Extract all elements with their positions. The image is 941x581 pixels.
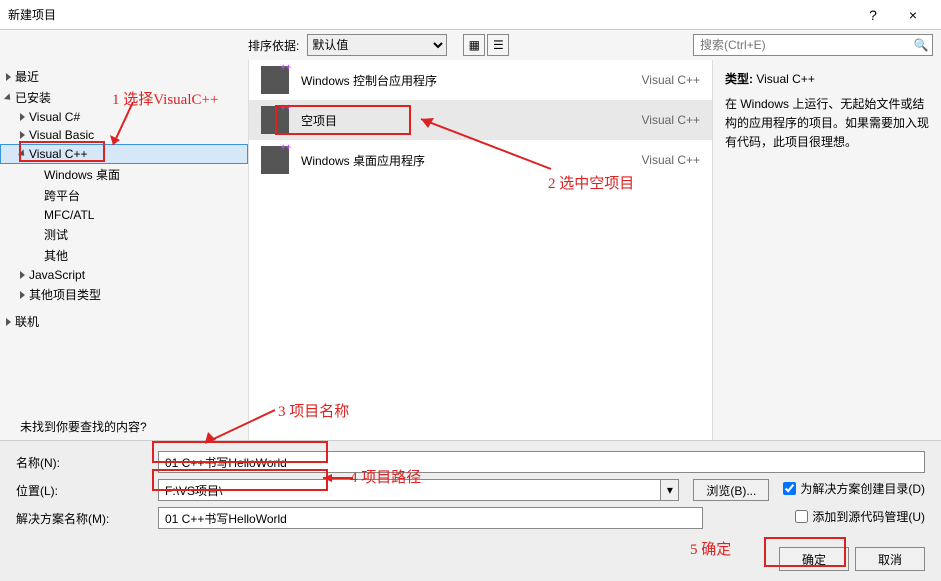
sidebar-item-crossplatform[interactable]: 跨平台 [0,185,248,206]
source-control-checkbox[interactable]: 添加到源代码管理(U) [795,508,925,525]
toolbar: 排序依据: 默认值 ▦ ☰ 🔍 [0,30,941,60]
template-empty[interactable]: 空项目 Visual C++ [249,100,712,140]
location-label: 位置(L): [16,482,152,499]
type-label: 类型: [725,72,753,86]
window-title: 新建项目 [8,6,56,23]
location-dropdown-icon[interactable]: ▾ [661,479,679,501]
type-value: Visual C++ [756,72,814,86]
template-console[interactable]: Windows 控制台应用程序 Visual C++ [249,60,712,100]
sidebar: 最近 已安装 Visual C# Visual Basic Visual C++… [0,60,248,440]
sidebar-item-othertypes[interactable]: 其他项目类型 [0,284,248,305]
search-box[interactable]: 🔍 [693,34,933,56]
sidebar-item-vb[interactable]: Visual Basic [0,126,248,144]
sidebar-item-windows-desktop[interactable]: Windows 桌面 [0,164,248,185]
button-bar: 确定 取消 [0,543,941,581]
details-pane: 类型: Visual C++ 在 Windows 上运行、无起始文件或结构的应用… [713,60,941,440]
project-icon [261,66,289,94]
sidebar-recent[interactable]: 最近 [0,66,248,87]
sidebar-item-js[interactable]: JavaScript [0,266,248,284]
location-input[interactable] [158,479,661,501]
sidebar-online[interactable]: 联机 [0,311,248,332]
name-label: 名称(N): [16,454,152,471]
sidebar-item-mfcatl[interactable]: MFC/ATL [0,206,248,224]
description: 在 Windows 上运行、无起始文件或结构的应用程序的项目。如果需要加入现有代… [725,95,929,153]
template-desktop[interactable]: Windows 桌面应用程序 Visual C++ [249,140,712,180]
name-input[interactable] [158,451,925,473]
template-list: Windows 控制台应用程序 Visual C++ 空项目 Visual C+… [248,60,713,440]
help-text: 未找到你要查找的内容? [0,412,248,440]
form-area: 名称(N): 位置(L): ▾ 浏览(B)... 为解决方案创建目录(D) 解决… [0,440,941,543]
project-icon [261,146,289,174]
sidebar-item-other[interactable]: 其他 [0,245,248,266]
sidebar-installed[interactable]: 已安装 [0,87,248,108]
browse-button[interactable]: 浏览(B)... [693,479,769,501]
sort-select[interactable]: 默认值 [307,34,447,56]
title-bar: 新建项目 ? × [0,0,941,30]
sort-label: 排序依据: [248,37,299,54]
ok-button[interactable]: 确定 [779,547,849,571]
help-icon[interactable]: ? [853,7,893,23]
sidebar-item-test[interactable]: 测试 [0,224,248,245]
create-dir-checkbox[interactable]: 为解决方案创建目录(D) [783,480,925,497]
solution-input[interactable] [158,507,703,529]
cancel-button[interactable]: 取消 [855,547,925,571]
sidebar-item-vcpp[interactable]: Visual C++ [0,144,248,164]
search-icon[interactable]: 🔍 [910,38,932,52]
solution-label: 解决方案名称(M): [16,510,152,527]
project-icon [261,106,289,134]
view-list-icon[interactable]: ☰ [487,34,509,56]
close-icon[interactable]: × [893,7,933,23]
view-grid-icon[interactable]: ▦ [463,34,485,56]
sidebar-item-csharp[interactable]: Visual C# [0,108,248,126]
search-input[interactable] [694,38,910,52]
